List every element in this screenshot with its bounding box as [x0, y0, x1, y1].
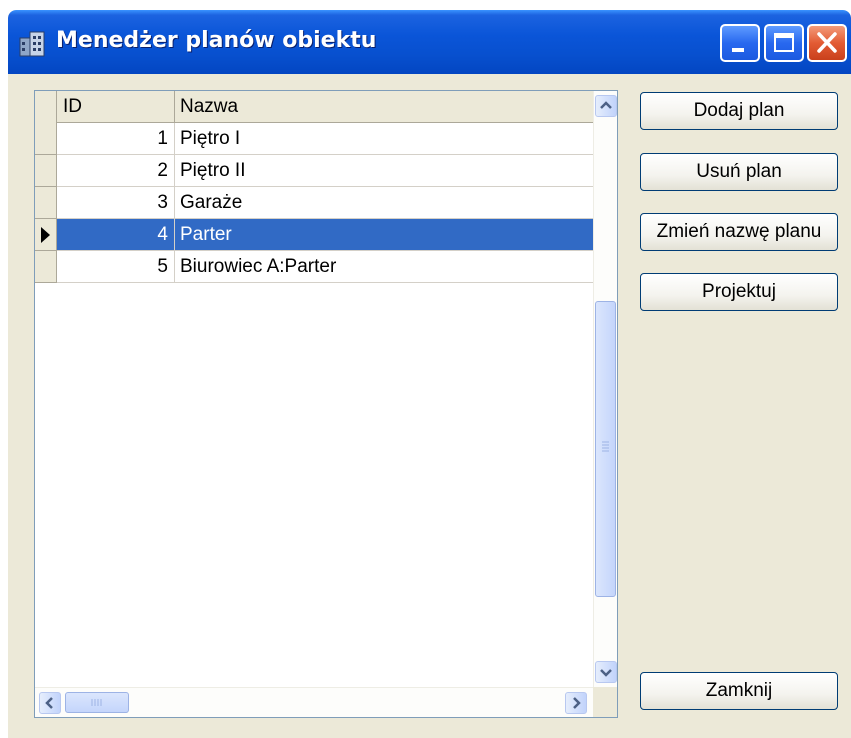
row-indicator[interactable]	[35, 123, 57, 155]
minimize-icon	[732, 48, 744, 52]
rename-plan-button[interactable]: Zmień nazwę planu	[640, 213, 838, 251]
row-indicator[interactable]	[35, 155, 57, 187]
cell-id[interactable]: 3	[57, 187, 175, 219]
column-header-name[interactable]: Nazwa	[175, 91, 593, 123]
cell-name[interactable]: Piętro II	[175, 155, 593, 187]
window-title: Menedżer planów obiektu	[56, 28, 377, 53]
scroll-right-button[interactable]	[565, 692, 587, 714]
plans-manager-window: Menedżer planów obiektu ID Nazwa 1 Piętr…	[8, 10, 851, 738]
grid-header: ID Nazwa	[35, 91, 593, 123]
row-indicator[interactable]	[35, 251, 57, 283]
table-row[interactable]: 2 Piętro II	[35, 155, 593, 187]
scroll-up-button[interactable]	[595, 95, 617, 117]
chevron-down-icon	[600, 669, 612, 677]
horizontal-scroll-thumb[interactable]	[65, 692, 129, 713]
arrow-right-icon	[41, 227, 50, 243]
chevron-left-icon	[45, 697, 53, 709]
cell-name[interactable]: Biurowiec A:Parter	[175, 251, 593, 283]
cell-name[interactable]: Piętro I	[175, 123, 593, 155]
close-button[interactable]: Zamknij	[640, 672, 838, 710]
cell-name[interactable]: Garaże	[175, 187, 593, 219]
table-row-selected[interactable]: 4 Parter	[35, 219, 593, 251]
remove-plan-button[interactable]: Usuń plan	[640, 153, 838, 191]
design-plan-button[interactable]: Projektuj	[640, 273, 838, 311]
row-indicator[interactable]	[35, 219, 57, 251]
maximize-button[interactable]	[764, 24, 804, 62]
table-row[interactable]: 5 Biurowiec A:Parter	[35, 251, 593, 283]
scroll-down-button[interactable]	[595, 661, 617, 683]
title-bar[interactable]: Menedżer planów obiektu	[8, 10, 851, 74]
grip-icon	[91, 699, 102, 706]
building-icon	[18, 30, 48, 58]
scroll-left-button[interactable]	[39, 692, 61, 714]
close-icon	[817, 32, 837, 53]
plans-grid[interactable]: ID Nazwa 1 Piętro I 2 Piętro II 3 Garaże…	[34, 90, 618, 718]
cell-id[interactable]: 5	[57, 251, 175, 283]
table-row[interactable]: 1 Piętro I	[35, 123, 593, 155]
vertical-scrollbar[interactable]	[593, 91, 617, 687]
grip-icon	[602, 441, 609, 452]
minimize-button[interactable]	[720, 24, 760, 62]
column-header-id[interactable]: ID	[57, 91, 175, 123]
cell-name[interactable]: Parter	[175, 219, 593, 251]
maximize-icon	[774, 33, 794, 52]
cell-id[interactable]: 4	[57, 219, 175, 251]
cell-id[interactable]: 1	[57, 123, 175, 155]
vertical-scroll-thumb[interactable]	[595, 301, 616, 597]
chevron-up-icon	[600, 101, 612, 109]
scrollbar-corner	[593, 687, 617, 717]
chevron-right-icon	[573, 697, 581, 709]
header-corner	[35, 91, 57, 123]
add-plan-button[interactable]: Dodaj plan	[640, 92, 838, 130]
horizontal-scrollbar[interactable]	[35, 687, 593, 717]
row-indicator[interactable]	[35, 187, 57, 219]
table-row[interactable]: 3 Garaże	[35, 187, 593, 219]
cell-id[interactable]: 2	[57, 155, 175, 187]
close-window-button[interactable]	[807, 24, 847, 62]
